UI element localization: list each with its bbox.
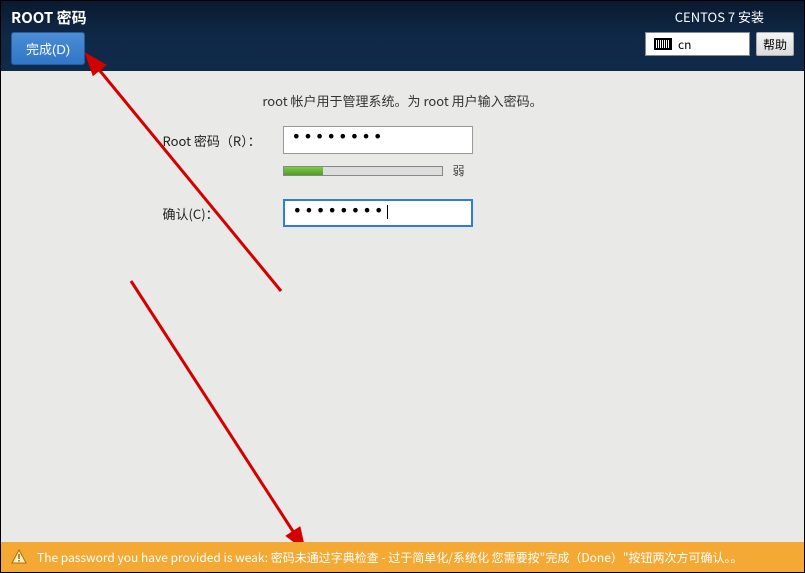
- instruction-text: root 帐户用于管理系统。为 root 用户输入密码。: [262, 91, 542, 110]
- root-password-input[interactable]: ••••••••: [283, 126, 473, 154]
- header-controls: cn 帮助: [645, 32, 794, 56]
- confirm-password-row: 确认(C)： ••••••••: [163, 199, 643, 227]
- help-button[interactable]: 帮助: [756, 32, 794, 56]
- installer-title: CENTOS 7 安装: [675, 7, 764, 26]
- warning-icon: [11, 549, 27, 565]
- confirm-password-label: 确认(C)：: [163, 204, 269, 223]
- confirm-password-dots: ••••••••: [293, 201, 386, 220]
- warning-text: The password you have provided is weak: …: [37, 549, 743, 566]
- header-right-group: CENTOS 7 安装 cn 帮助: [645, 7, 794, 65]
- page-title: ROOT 密码: [11, 7, 87, 28]
- strength-label: 弱: [453, 162, 465, 179]
- password-strength-row: 弱: [283, 162, 643, 179]
- strength-meter-fill: [284, 167, 324, 175]
- warning-bar: The password you have provided is weak: …: [1, 542, 804, 572]
- confirm-password-input[interactable]: ••••••••: [283, 199, 473, 227]
- password-dots: ••••••••: [292, 127, 385, 146]
- header-left-group: ROOT 密码 完成(D): [11, 7, 87, 65]
- done-button[interactable]: 完成(D): [11, 32, 85, 65]
- installer-header: ROOT 密码 完成(D) CENTOS 7 安装 cn 帮助: [1, 1, 804, 71]
- main-content: root 帐户用于管理系统。为 root 用户输入密码。 Root 密码（R）：…: [1, 71, 804, 255]
- annotation-arrow-bottom: [121, 271, 341, 555]
- lang-code: cn: [678, 36, 691, 53]
- strength-meter: [283, 166, 443, 176]
- keyboard-icon: [654, 38, 672, 50]
- text-cursor: [387, 205, 388, 219]
- root-password-row: Root 密码（R）： ••••••••: [163, 126, 643, 154]
- keyboard-layout-selector[interactable]: cn: [645, 32, 750, 56]
- root-password-label: Root 密码（R）：: [163, 131, 269, 150]
